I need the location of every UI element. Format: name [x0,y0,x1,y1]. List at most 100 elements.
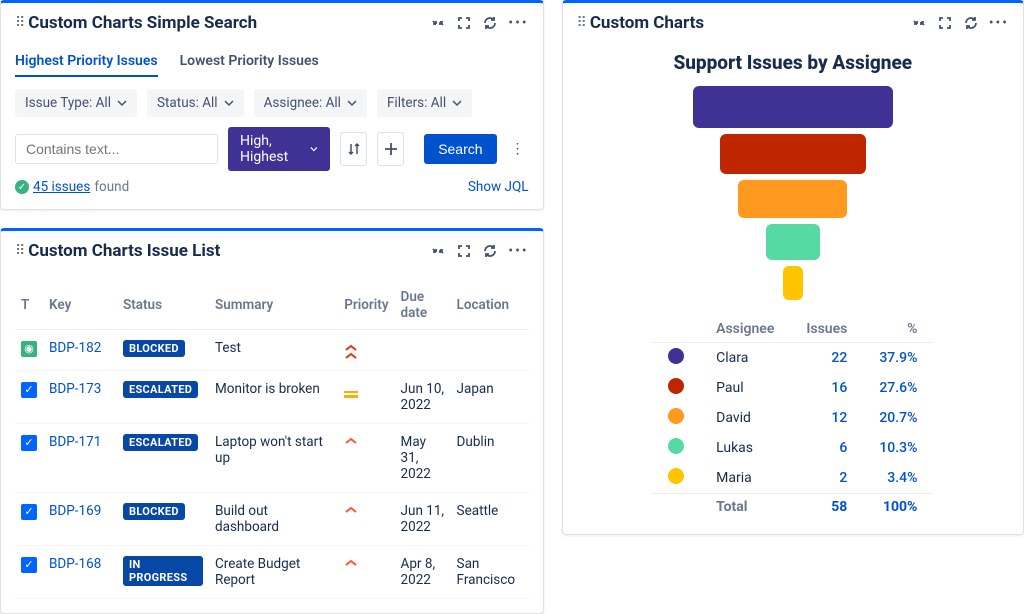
plus-icon [384,142,398,156]
legend-total-row: Total58100% [652,494,933,521]
col-summary[interactable]: Summary [209,281,338,330]
cell-location: Seattle [451,493,529,546]
chart-panel: ⠿ Custom Charts ••• Support Issues by As… [562,0,1024,535]
issue-key-link[interactable]: BDP-171 [49,434,101,450]
legend-row[interactable]: Maria23.4% [652,463,933,494]
issue-list-panel: ⠿ Custom Charts Issue List ••• T Key Sta… [0,228,544,614]
tab-lowest-priority[interactable]: Lowest Priority Issues [180,47,319,77]
filter-label: Status: All [157,95,218,111]
table-row[interactable]: ✓BDP-168IN PROGRESSCreate Budget ReportA… [15,546,529,599]
fullscreen-icon[interactable] [937,15,953,31]
funnel-segment[interactable] [720,134,865,174]
drag-handle-icon[interactable]: ⠿ [15,243,22,259]
fullscreen-icon[interactable] [456,243,472,259]
legend-swatch [668,438,684,454]
priority-select-label: High, Highest [240,133,304,165]
filter-status[interactable]: Status: All [147,89,244,117]
col-due[interactable]: Due date [395,281,451,330]
cell-due: Apr 8, 2022 [395,546,451,599]
drag-handle-icon[interactable]: ⠿ [577,15,584,31]
chart-title: Support Issues by Assignee [577,51,1009,74]
legend-name: David [700,403,790,433]
chevron-down-icon [117,98,127,108]
priority-select[interactable]: High, Highest [228,127,330,171]
tab-highest-priority[interactable]: Highest Priority Issues [15,47,158,77]
legend-issues: 16 [790,373,863,403]
panel-title: Custom Charts Issue List [28,241,430,261]
col-status[interactable]: Status [117,281,209,330]
results-suffix: found [94,179,129,195]
cell-summary: Create Budget Report [209,546,338,599]
fullscreen-icon[interactable] [456,15,472,31]
table-row[interactable]: ✓BDP-171ESCALATEDLaptop won't start upMa… [15,424,529,493]
cell-priority [338,371,394,424]
legend-name: Maria [700,463,790,494]
cell-summary: Test [209,330,338,371]
col-priority[interactable]: Priority [338,281,394,330]
results-count[interactable]: 45 issues [33,179,90,195]
legend-total-issues: 58 [790,494,863,521]
table-row[interactable]: ◉BDP-182BLOCKEDTest [15,330,529,371]
col-key[interactable]: Key [43,281,117,330]
results-text: ✓ 45 issues found [15,179,129,195]
legend-swatch [668,348,684,364]
issue-key-link[interactable]: BDP-182 [49,340,101,356]
more-icon[interactable]: ••• [508,15,528,31]
issue-key-link[interactable]: BDP-173 [49,381,101,397]
cell-priority [338,546,394,599]
collapse-icon[interactable] [911,15,927,31]
drag-handle-icon[interactable]: ⠿ [15,15,22,31]
priority-high-icon [344,558,358,568]
filter-assignee[interactable]: Assignee: All [254,89,367,117]
search-button[interactable]: Search [424,134,496,164]
cell-priority [338,330,394,371]
priority-high-icon [344,505,358,515]
legend-row[interactable]: Paul1627.6% [652,373,933,403]
cell-due: Jun 11, 2022 [395,493,451,546]
issue-type-icon: ✓ [21,557,37,573]
simple-search-panel: ⠿ Custom Charts Simple Search ••• [0,0,544,210]
funnel-segment[interactable] [693,86,893,128]
funnel-segment[interactable] [738,180,847,218]
sort-icon [346,141,362,157]
col-type[interactable]: T [15,281,43,330]
sort-button[interactable] [340,132,367,166]
legend-pct: 27.6% [863,373,933,403]
funnel-segment[interactable] [766,224,821,260]
panel-title: Custom Charts Simple Search [28,13,430,33]
table-row[interactable]: ✓BDP-173ESCALATEDMonitor is brokenJun 10… [15,371,529,424]
more-icon[interactable]: ••• [508,243,528,259]
collapse-icon[interactable] [430,243,446,259]
more-icon[interactable]: ••• [989,15,1009,31]
legend-row[interactable]: David1220.7% [652,403,933,433]
legend-pct: 37.9% [863,343,933,374]
refresh-icon[interactable] [963,15,979,31]
legend-row[interactable]: Clara2237.9% [652,343,933,374]
status-badge: ESCALATED [123,434,198,451]
legend-col-issues: Issues [790,316,863,343]
search-text-input[interactable] [15,134,218,164]
more-vertical-icon[interactable]: ⋮ [507,141,529,157]
chart-legend-table: Assignee Issues % Clara2237.9%Paul1627.6… [652,316,933,520]
refresh-icon[interactable] [482,15,498,31]
filter-label: Assignee: All [264,95,341,111]
legend-issues: 22 [790,343,863,374]
funnel-segment[interactable] [783,266,803,300]
legend-name: Paul [700,373,790,403]
cell-priority [338,424,394,493]
collapse-icon[interactable] [430,15,446,31]
filter-filters[interactable]: Filters: All [377,89,472,117]
legend-pct: 20.7% [863,403,933,433]
legend-row[interactable]: Lukas610.3% [652,433,933,463]
table-row[interactable]: ✓BDP-169BLOCKEDBuild out dashboardJun 11… [15,493,529,546]
issue-key-link[interactable]: BDP-168 [49,556,101,572]
show-jql-link[interactable]: Show JQL [468,179,529,195]
issue-key-link[interactable]: BDP-169 [49,503,101,519]
filter-issue-type[interactable]: Issue Type: All [15,89,137,117]
status-badge: BLOCKED [123,340,185,357]
filter-label: Filters: All [387,95,446,111]
col-location[interactable]: Location [451,281,529,330]
refresh-icon[interactable] [482,243,498,259]
legend-total-label: Total [700,494,790,521]
add-filter-button[interactable] [377,132,404,166]
